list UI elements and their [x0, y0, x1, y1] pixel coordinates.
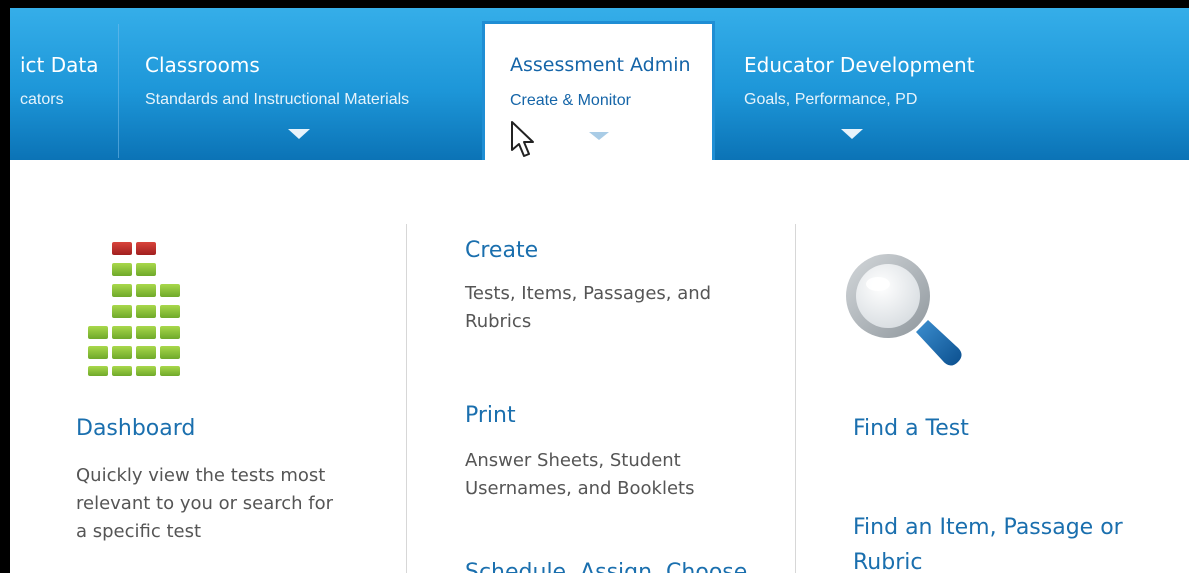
nav-item-classrooms[interactable]: Classrooms Standards and Instructional M…	[145, 8, 455, 160]
nav-item-title: Classrooms	[145, 53, 260, 77]
description-line: Quickly view the tests most	[76, 465, 326, 486]
find-item-passage-rubric-link[interactable]: Find an Item, Passage or Rubric	[853, 510, 1123, 573]
nav-item-subtitle: Standards and Instructional Materials	[145, 91, 410, 108]
top-navigation: ict Data cators Classrooms Standards and…	[10, 8, 1189, 160]
dashboard-description: Quickly view the tests most relevant to …	[76, 462, 333, 546]
description-line: Tests, Items, Passages, and	[465, 283, 712, 304]
column-divider	[406, 224, 407, 573]
nav-item-title: Assessment Admin	[510, 54, 691, 76]
description-line: Answer Sheets, Student	[465, 450, 681, 471]
find-a-test-link[interactable]: Find a Test	[853, 416, 969, 441]
nav-item-title: Educator Development	[744, 53, 975, 77]
chevron-down-icon[interactable]	[288, 129, 310, 139]
nav-item-educator-development[interactable]: Educator Development Goals, Performance,…	[744, 8, 1004, 160]
chevron-down-icon[interactable]	[841, 129, 863, 139]
column-divider	[795, 224, 796, 573]
schedule-link[interactable]: Schedule, Assign, Choose	[465, 560, 747, 573]
nav-separator	[118, 24, 119, 158]
nav-item-subtitle: Goals, Performance, PD	[744, 91, 918, 108]
dashboard-link[interactable]: Dashboard	[76, 416, 195, 441]
description-line: a specific test	[76, 521, 202, 542]
nav-item-subtitle: Create & Monitor	[510, 92, 631, 109]
nav-item-title: ict Data	[20, 53, 99, 77]
link-line: Find an Item, Passage or	[853, 515, 1123, 540]
description-line: Usernames, and Booklets	[465, 478, 695, 499]
link-line: Rubric	[853, 550, 923, 573]
description-line: Rubrics	[465, 311, 532, 332]
create-link[interactable]: Create	[465, 238, 538, 263]
assessment-admin-menu: Dashboard Quickly view the tests most re…	[10, 160, 1189, 573]
mouse-pointer-icon	[511, 121, 534, 157]
magnifier-icon[interactable]	[838, 252, 978, 382]
print-link[interactable]: Print	[465, 403, 516, 428]
chevron-down-icon[interactable]	[589, 132, 609, 140]
bar-chart-icon[interactable]	[86, 242, 190, 376]
print-description: Answer Sheets, Student Usernames, and Bo…	[465, 447, 694, 503]
create-description: Tests, Items, Passages, and Rubrics	[465, 280, 711, 336]
nav-item-subtitle: cators	[20, 91, 64, 108]
app-frame: ict Data cators Classrooms Standards and…	[10, 8, 1189, 573]
description-line: relevant to you or search for	[76, 493, 334, 514]
